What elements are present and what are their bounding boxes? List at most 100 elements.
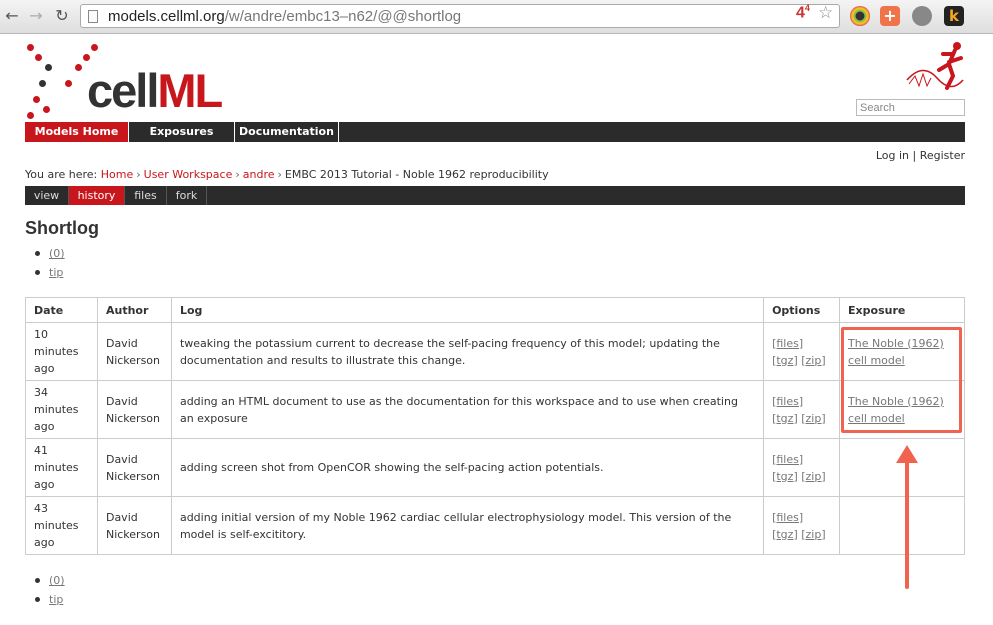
breadcrumb-separator: ›	[235, 168, 240, 181]
author-last: Nickerson	[105, 411, 161, 425]
logo-dot	[45, 64, 52, 71]
exposure-link[interactable]: cell model	[848, 412, 905, 425]
date-number: 41	[34, 444, 48, 457]
bookmark-star-icon[interactable]: ☆	[818, 3, 833, 23]
author-first: David	[105, 452, 138, 466]
date-suffix: ago	[34, 478, 55, 491]
browser-toolbar: ← → ↻ models.cellml.org/w/andre/embc13–n…	[0, 0, 993, 34]
search-input[interactable]	[856, 99, 965, 116]
url-host: models.cellml.org	[108, 8, 225, 25]
back-icon[interactable]: ←	[2, 6, 22, 26]
shortlog-table: Date Author Log Options Exposure 10 minut…	[25, 297, 965, 555]
cell-log: adding an HTML document to use as the do…	[170, 380, 765, 439]
date-unit: minutes	[34, 403, 79, 416]
breadcrumb-andre[interactable]: andre	[243, 168, 275, 181]
nav-models-home[interactable]: Models Home	[25, 122, 129, 142]
author-last: Nickerson	[105, 353, 161, 367]
logo-text-cell: cell	[87, 64, 159, 117]
cell-date: 41 minutes ago	[25, 438, 98, 497]
author-first: David	[105, 394, 138, 408]
physiome-runner-icon	[906, 42, 964, 90]
files-link[interactable]: [files]	[772, 453, 803, 466]
cell-log: tweaking the potassium current to decrea…	[170, 322, 765, 381]
forward-icon[interactable]: →	[26, 6, 46, 26]
zip-link[interactable]: [zip]	[801, 528, 825, 541]
header-options: Options	[763, 297, 841, 323]
breadcrumb-separator: ›	[277, 168, 282, 181]
breadcrumb-home[interactable]: Home	[101, 168, 133, 181]
cellml-logo[interactable]: cellML	[25, 42, 223, 120]
header-date: Date	[25, 297, 98, 323]
table-row: 34 minutes ago David Nickerson adding an HT…	[25, 380, 965, 439]
breadcrumb-separator: ›	[136, 168, 141, 181]
pager-prev-link[interactable]: (0)	[49, 574, 65, 587]
pager-tip-link[interactable]: tip	[49, 266, 63, 279]
author-last: Nickerson	[105, 469, 161, 483]
extension-feed-icon[interactable]	[912, 6, 932, 26]
reload-icon[interactable]: ↻	[52, 6, 72, 26]
breadcrumb: You are here: Home › User Workspace › andre ›…	[25, 168, 549, 181]
extension-plus-icon[interactable]: +	[880, 6, 900, 26]
cell-options: [files] [tgz] [zip]	[763, 322, 841, 381]
pager-item: (0)	[35, 244, 65, 263]
logo-dot	[27, 44, 34, 51]
pager-prev-link[interactable]: (0)	[49, 247, 65, 260]
breadcrumb-current: EMBC 2013 Tutorial - Noble 1962 reproduc…	[284, 168, 549, 181]
zip-link[interactable]: [zip]	[801, 412, 825, 425]
exposure-link[interactable]: cell model	[848, 354, 905, 367]
author-first: David	[105, 336, 138, 350]
tgz-link[interactable]: [tgz]	[772, 412, 798, 425]
date-suffix: ago	[34, 536, 55, 549]
pager-item: tip	[35, 590, 65, 609]
logo-dot	[35, 54, 42, 61]
logo-dot	[27, 112, 34, 119]
cell-log: adding screen shot from OpenCOR showing …	[170, 438, 765, 497]
breadcrumb-user-workspace[interactable]: User Workspace	[144, 168, 233, 181]
header-log: Log	[170, 297, 765, 323]
nav-exposures[interactable]: Exposures	[129, 122, 235, 142]
extension-badge: 4	[796, 4, 805, 22]
login-link[interactable]: Log in	[876, 149, 909, 162]
tab-fork[interactable]: fork	[167, 186, 207, 205]
files-link[interactable]: [files]	[772, 395, 803, 408]
logo-dot	[91, 44, 98, 51]
cell-options: [files] [tgz] [zip]	[763, 438, 841, 497]
tgz-link[interactable]: [tgz]	[772, 354, 798, 367]
tab-view[interactable]: view	[25, 186, 69, 205]
exposure-link[interactable]: The Noble (1962)	[848, 337, 944, 350]
zip-link[interactable]: [zip]	[801, 470, 825, 483]
extension-k-icon[interactable]: k	[944, 6, 964, 26]
cell-log: adding initial version of my Noble 1962 …	[170, 496, 765, 555]
files-link[interactable]: [files]	[772, 511, 803, 524]
date-number: 10	[34, 328, 48, 341]
register-link[interactable]: Register	[920, 149, 965, 162]
logo-dot	[39, 80, 46, 87]
tgz-link[interactable]: [tgz]	[772, 528, 798, 541]
zip-link[interactable]: [zip]	[801, 354, 825, 367]
pager-tip-link[interactable]: tip	[49, 593, 63, 606]
extension-color-icon[interactable]	[850, 6, 870, 26]
files-link[interactable]: [files]	[772, 337, 803, 350]
tgz-link[interactable]: [tgz]	[772, 470, 798, 483]
address-bar[interactable]: models.cellml.org/w/andre/embc13–n62/@@s…	[80, 4, 840, 28]
logo-wordmark: cellML	[87, 64, 223, 117]
author-first: David	[105, 510, 138, 524]
logo-dot	[33, 96, 40, 103]
table-row: 41 minutes ago David Nickerson adding scree…	[25, 438, 965, 497]
main-nav: Models Home Exposures Documentation	[25, 122, 965, 142]
pager-item: tip	[35, 263, 65, 282]
tab-files[interactable]: files	[125, 186, 167, 205]
logo-dot	[83, 54, 90, 61]
pager-item: (0)	[35, 571, 65, 590]
page-icon	[88, 10, 98, 23]
extension-badge-icon[interactable]: 44	[796, 3, 810, 22]
cell-author: David Nickerson	[96, 322, 172, 381]
exposure-link[interactable]: The Noble (1962)	[848, 395, 944, 408]
pager-bottom: (0) tip	[35, 571, 65, 609]
nav-documentation[interactable]: Documentation	[235, 122, 339, 142]
author-last: Nickerson	[105, 527, 161, 541]
date-suffix: ago	[34, 362, 55, 375]
tab-history[interactable]: history	[69, 186, 125, 205]
url-text: models.cellml.org/w/andre/embc13–n62/@@s…	[108, 8, 461, 25]
annotation-arrow-line	[905, 458, 909, 589]
